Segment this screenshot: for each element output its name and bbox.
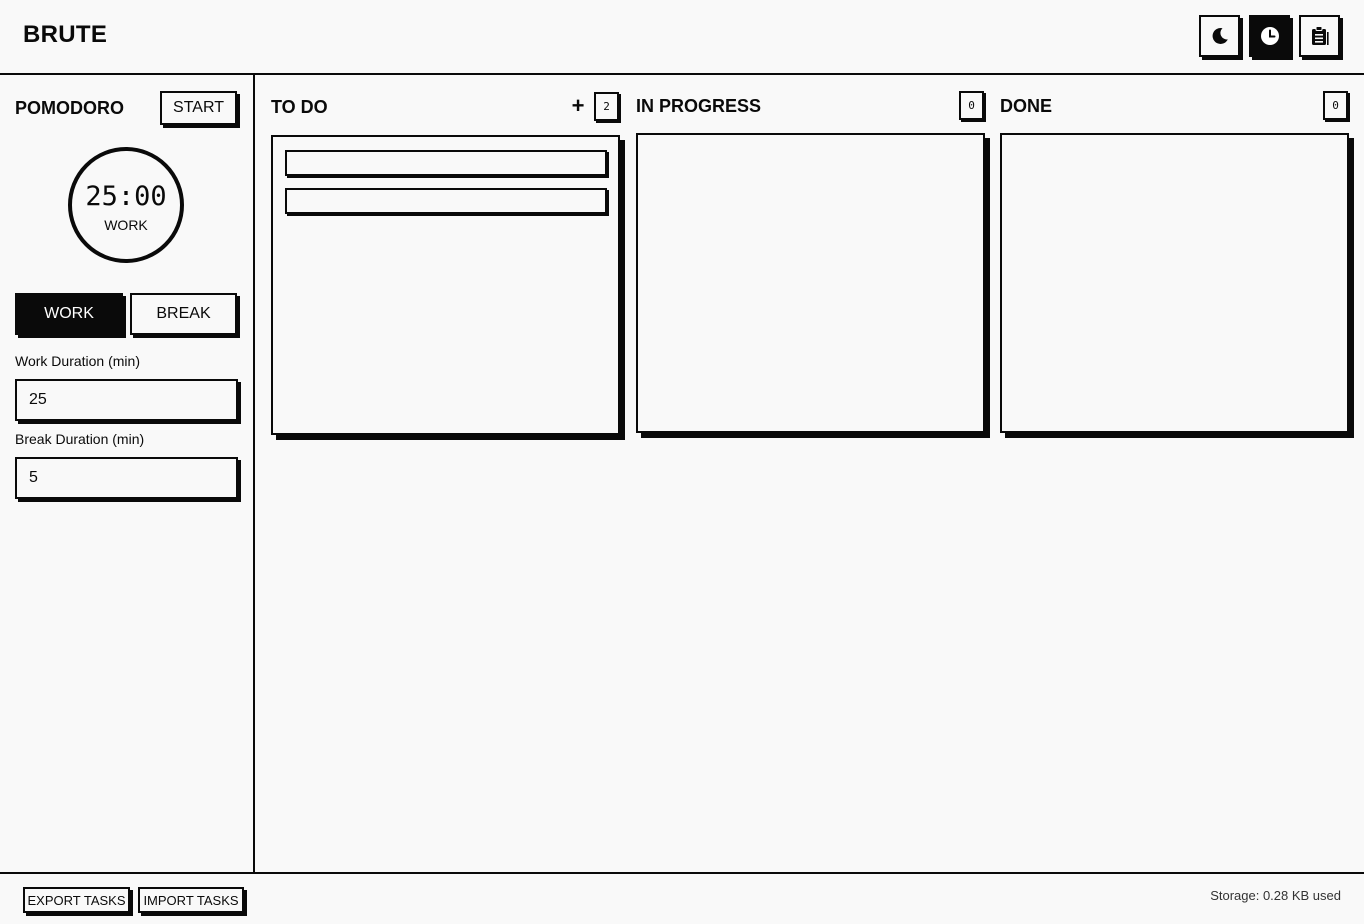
header: BRUTE (0, 0, 1364, 75)
add-task-icon[interactable]: + (569, 95, 587, 117)
work-mode-button[interactable]: WORK (15, 293, 123, 335)
work-duration-label: Work Duration (min) (15, 353, 140, 369)
column-title-in-progress: IN PROGRESS (636, 96, 762, 116)
break-duration-input[interactable] (15, 457, 238, 499)
export-tasks-button[interactable]: EXPORT TASKS (23, 887, 130, 913)
column-count-done: 0 (1323, 91, 1348, 120)
task-card[interactable] (285, 188, 607, 214)
column-in-progress[interactable] (636, 133, 985, 433)
pomodoro-toggle-button[interactable] (1249, 15, 1290, 57)
column-count-in-progress: 0 (959, 91, 984, 120)
import-tasks-button[interactable]: IMPORT TASKS (138, 887, 244, 913)
column-title-done: DONE (1000, 96, 1053, 116)
moon-icon (1212, 27, 1228, 44)
task-card[interactable] (285, 150, 607, 176)
storage-usage: Storage: 0.28 KB used (1210, 888, 1341, 903)
clipboard-button[interactable] (1299, 15, 1340, 57)
column-title-todo: TO DO (271, 97, 328, 117)
timer-display: 25:00 WORK (68, 147, 184, 263)
app-title: BRUTE (23, 21, 108, 48)
timer-mode-label: WORK (104, 217, 148, 233)
pomodoro-panel: POMODORO START 25:00 WORK WORK BREAK Wor… (0, 75, 255, 873)
column-done[interactable] (1000, 133, 1349, 433)
clock-icon (1260, 27, 1279, 45)
column-count-todo: 2 (594, 92, 619, 121)
timer-value: 25:00 (85, 181, 167, 212)
footer: EXPORT TASKS IMPORT TASKS Storage: 0.28 … (0, 872, 1364, 924)
dark-mode-button[interactable] (1199, 15, 1240, 57)
work-duration-input[interactable] (15, 379, 238, 421)
break-duration-label: Break Duration (min) (15, 431, 145, 447)
pomodoro-title: POMODORO (15, 98, 125, 118)
start-button[interactable]: START (160, 91, 237, 125)
column-todo[interactable] (271, 135, 620, 435)
break-mode-button[interactable]: BREAK (130, 293, 237, 335)
clipboard-icon (1311, 26, 1329, 45)
